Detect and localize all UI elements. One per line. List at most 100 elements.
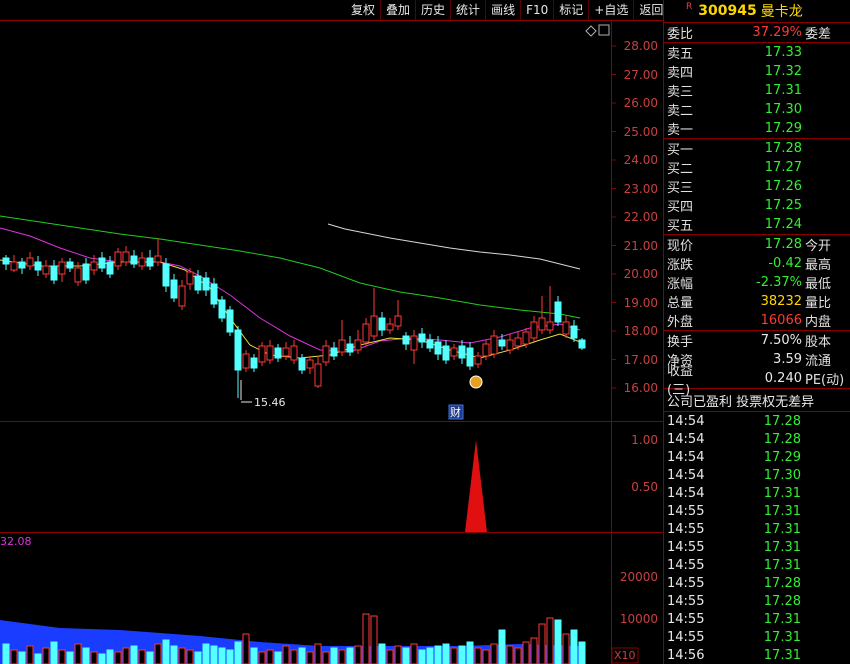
stock-header: R 300945 曼卡龙	[664, 0, 850, 23]
tick-row: 14:54 17.31	[664, 484, 850, 502]
tick-price: 17.31	[763, 503, 801, 519]
tick-price: 17.31	[763, 521, 801, 537]
tick-price: 17.31	[763, 485, 801, 501]
stats2-value: 3.59	[773, 352, 802, 367]
price-axis-label: 22.00	[623, 210, 658, 224]
candle-body	[266, 345, 274, 361]
price-axis-label: 18.00	[623, 324, 658, 338]
candle-body	[74, 267, 82, 283]
candle-body	[506, 339, 514, 351]
candle-body	[538, 317, 546, 331]
volume-bar	[26, 645, 34, 664]
volume-bar	[514, 647, 522, 664]
volume-bar	[410, 643, 418, 664]
candle-body	[66, 261, 74, 269]
volume-bar	[346, 647, 354, 664]
tick-price: 17.31	[763, 629, 801, 645]
tick-price: 17.31	[763, 539, 801, 555]
volume-bar	[194, 651, 202, 664]
stock-code: 300945	[698, 3, 757, 19]
toolbar-button[interactable]: 统计	[450, 0, 485, 20]
volume-bar	[458, 645, 466, 664]
volume-bar	[434, 645, 442, 664]
bids-label: 买四	[667, 200, 694, 215]
asks-row: 卖一 17.29	[664, 119, 850, 138]
asks-row: 卖二 17.30	[664, 100, 850, 119]
tick-row: 14:55 17.31	[664, 556, 850, 574]
tick-price: 17.31	[763, 647, 801, 663]
volume-bar	[10, 649, 18, 664]
stats-value: -0.42	[768, 256, 802, 271]
vol-axis-label: 20000	[619, 570, 658, 584]
volume-bar	[418, 649, 426, 664]
asks-row: 卖五 17.33	[664, 43, 850, 62]
volume-bar	[386, 649, 394, 664]
candle-body	[82, 263, 90, 281]
vol-unit: X10	[614, 649, 636, 662]
tick-time: 14:55	[667, 629, 705, 645]
volume-bar	[466, 641, 474, 664]
toolbar-button[interactable]: 标记	[553, 0, 588, 20]
volume-bar	[442, 643, 450, 664]
candle-body	[362, 323, 370, 343]
sub-axis-label: 1.00	[631, 433, 658, 447]
candle-body	[322, 345, 330, 363]
volume-bar	[18, 651, 26, 664]
vol-value: 32.08	[0, 535, 32, 548]
tick-row: 14:55 17.31	[664, 520, 850, 538]
volume-bar	[218, 647, 226, 664]
volume-bar	[2, 643, 10, 664]
toolbar-button[interactable]: 复权	[346, 0, 380, 20]
tick-list[interactable]: 14:54 17.28 14:54 17.28 14:54 17.29 14:54 17.30…	[664, 412, 850, 664]
volume-bar	[154, 643, 162, 664]
quote-panel: R 300945 曼卡龙 委比 37.29% 委差 卖五 17.33 卖四 17.32…	[663, 0, 850, 664]
volume-bar	[106, 649, 114, 664]
candle-body	[378, 317, 386, 331]
candle-body	[106, 261, 114, 275]
candle-body	[562, 321, 570, 335]
kline-chart[interactable]	[0, 0, 663, 664]
price-axis-label: 20.00	[623, 267, 658, 281]
toolbar-button[interactable]: 画线	[485, 0, 520, 20]
volume-bar	[146, 651, 154, 664]
toolbar-button[interactable]: 历史	[415, 0, 450, 20]
tick-row: 14:55 17.31	[664, 628, 850, 646]
volume-bar	[578, 641, 586, 664]
toolbar-button[interactable]: +自选	[588, 0, 633, 20]
ma-white-line	[327, 223, 581, 270]
bids-row: 买三 17.26	[664, 177, 850, 196]
candle-body	[450, 347, 458, 357]
stats-label2: 内盘	[805, 315, 832, 330]
tick-price: 17.29	[763, 449, 801, 465]
volume-bar	[426, 647, 434, 664]
candle-body	[402, 335, 410, 345]
tick-row: 14:55 17.31	[664, 538, 850, 556]
notice-row: 公司已盈利 投票权无差异	[664, 389, 850, 412]
tick-time: 14:56	[667, 647, 705, 663]
volume-bar	[530, 637, 538, 664]
bids-label: 买二	[667, 162, 694, 177]
candle-body	[394, 315, 402, 327]
cai-label[interactable]: 财	[450, 404, 461, 420]
tick-time: 14:54	[667, 449, 705, 465]
stats2-row: 收益(三) 0.240 PE(动)	[664, 364, 850, 398]
candle-body	[530, 321, 538, 339]
volume-bar	[490, 643, 498, 664]
candle-body	[338, 339, 346, 353]
stats2-value: 7.50%	[760, 333, 802, 348]
tick-time: 14:54	[667, 413, 705, 429]
stats2-row: 换手 7.50% 股本	[664, 331, 850, 350]
volume-bar	[298, 647, 306, 664]
candle-body	[210, 283, 218, 305]
volume-bar	[242, 633, 250, 664]
candle-body	[234, 329, 242, 371]
volume-bar	[314, 643, 322, 664]
toolbar-button[interactable]: 叠加	[380, 0, 415, 20]
tick-row: 14:54 17.28	[664, 412, 850, 430]
stats-label2: 最高	[805, 258, 832, 273]
tick-price: 17.28	[763, 431, 801, 447]
toolbar-button[interactable]: F10	[520, 0, 553, 20]
candle-body	[346, 343, 354, 353]
tick-row: 14:55 17.31	[664, 502, 850, 520]
bids-value: 17.26	[764, 179, 802, 194]
